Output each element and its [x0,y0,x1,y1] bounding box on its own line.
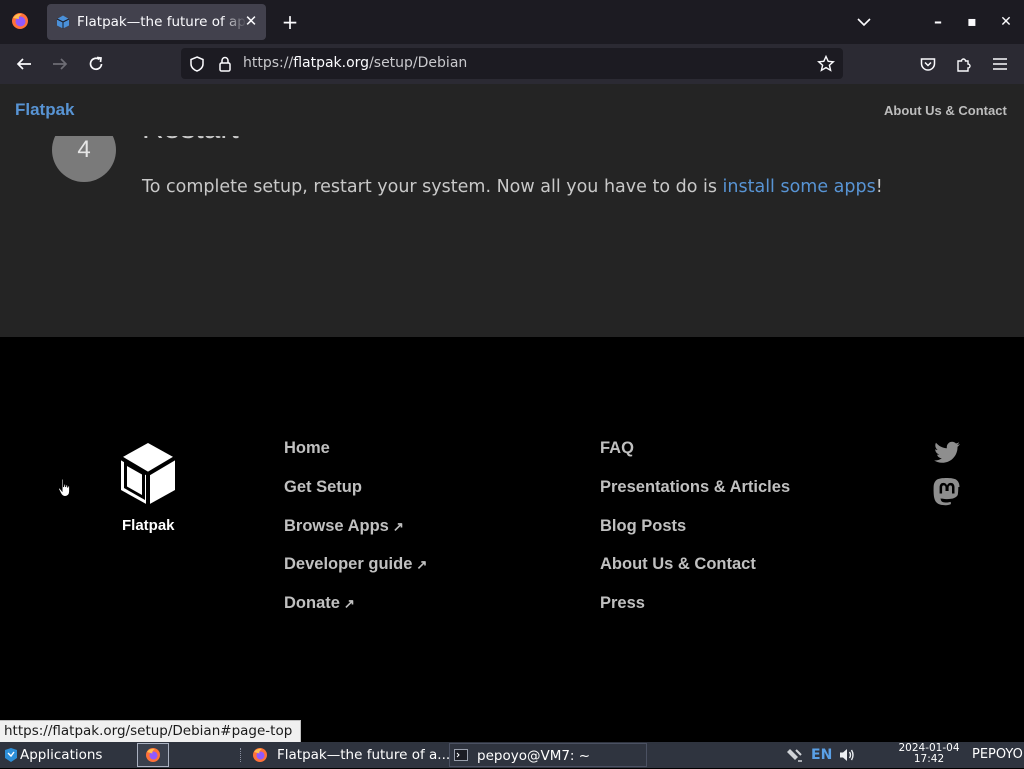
clock[interactable]: 2024-01-04 17:42 [893,743,965,767]
forward-arrow-icon[interactable] [50,54,70,74]
lock-icon[interactable] [216,55,234,73]
footer-link-presentations[interactable]: Presentations & Articles [600,478,790,497]
bookmark-star-icon[interactable] [817,54,835,73]
taskbar-firefox-title: Flatpak—the future of a... [277,747,451,763]
back-arrow-icon[interactable] [14,54,34,74]
browser-tab[interactable]: Flatpak—the future of ap ✕ [47,4,266,40]
footer-link-blog-posts[interactable]: Blog Posts [600,517,686,536]
external-link-icon: ↗ [416,557,428,572]
url-prefix: https:// [243,55,294,71]
new-tab-button[interactable]: + [280,12,300,32]
footer-link-label: About Us & Contact [600,555,756,573]
footer-link-label: Press [600,594,645,612]
tracking-protection-icon[interactable] [188,55,206,73]
step-description: To complete setup, restart your system. … [142,177,883,197]
hand-cursor-icon [58,478,71,498]
footer-link-faq[interactable]: FAQ [600,439,634,458]
flatpak-favicon-icon [56,15,70,29]
hamburger-menu-icon[interactable] [991,55,1009,73]
network-icon[interactable] [785,746,803,764]
footer-link-label: FAQ [600,439,634,457]
footer-link-label: Get Setup [284,478,362,496]
mastodon-icon[interactable] [933,477,961,507]
footer-link-label: Home [284,439,330,457]
terminal-icon [454,749,468,761]
taskbar-firefox-window[interactable]: Flatpak—the future of a... [245,742,451,768]
minimize-button[interactable]: – [928,12,948,32]
taskbar-terminal-title: pepoyo@VM7: ~ [477,748,591,764]
firefox-launcher-button[interactable] [137,743,169,767]
site-footer [0,337,1024,742]
footer-link-get-setup[interactable]: Get Setup [284,478,362,497]
step-text-before: To complete setup, restart your system. … [142,177,723,197]
clock-time: 17:42 [913,753,945,765]
tab-close-icon[interactable]: ✕ [243,13,259,29]
footer-link-label: Blog Posts [600,517,687,535]
external-link-icon: ↗ [343,596,355,611]
flatpak-logo-icon [119,443,177,505]
firefox-icon [253,748,267,762]
extensions-icon[interactable] [955,55,973,73]
footer-link-press[interactable]: Press [600,594,645,613]
xfce-logo-icon [5,748,17,762]
nav-about-link[interactable]: About Us & Contact [884,103,1007,118]
keyboard-layout-indicator[interactable]: EN [811,742,832,768]
footer-link-label: Developer guide [284,555,413,573]
chevron-down-icon[interactable] [855,13,873,31]
maximize-button[interactable]: ▪ [962,12,982,32]
install-apps-link[interactable]: install some apps [723,177,876,197]
taskbar-terminal-window[interactable]: pepoyo@VM7: ~ [449,743,647,767]
close-window-button[interactable]: ✕ [996,12,1016,32]
volume-icon[interactable] [838,746,856,764]
firefox-icon [146,748,160,762]
step-number: 4 [77,136,91,163]
site-header [0,84,1024,136]
applications-menu-button[interactable]: Applications [0,742,104,768]
url-host: flatpak.org [293,55,370,71]
url-path: /setup/Debian [369,55,468,71]
user-menu[interactable]: PEPOYO [972,742,1023,768]
firefox-view-icon[interactable] [10,11,30,31]
footer-link-developer-guide[interactable]: Developer guide ↗ [284,555,427,574]
footer-link-about-contact[interactable]: About Us & Contact [600,555,756,574]
footer-link-donate[interactable]: Donate ↗ [284,594,355,613]
pocket-icon[interactable] [919,55,937,73]
taskbar-separator [240,748,243,762]
twitter-icon[interactable] [933,441,961,465]
footer-link-home[interactable]: Home [284,439,330,458]
site-brand-link[interactable]: Flatpak [15,100,75,120]
footer-link-label: Presentations & Articles [600,478,791,496]
applications-label: Applications [20,747,103,763]
url-text[interactable]: https://flatpak.org/setup/Debian [243,55,467,71]
link-status-bar: https://flatpak.org/setup/Debian#page-to… [0,720,302,743]
footer-logo-text: Flatpak [122,517,175,534]
footer-link-browse-apps[interactable]: Browse Apps ↗ [284,517,404,536]
tab-title: Flatpak—the future of ap [77,14,246,30]
footer-link-label: Browse Apps [284,517,389,535]
reload-icon[interactable] [86,54,106,74]
footer-logo-link[interactable]: Flatpak [110,436,186,536]
footer-link-label: Donate [284,594,340,612]
step-text-after: ! [875,177,883,197]
external-link-icon: ↗ [392,519,404,534]
